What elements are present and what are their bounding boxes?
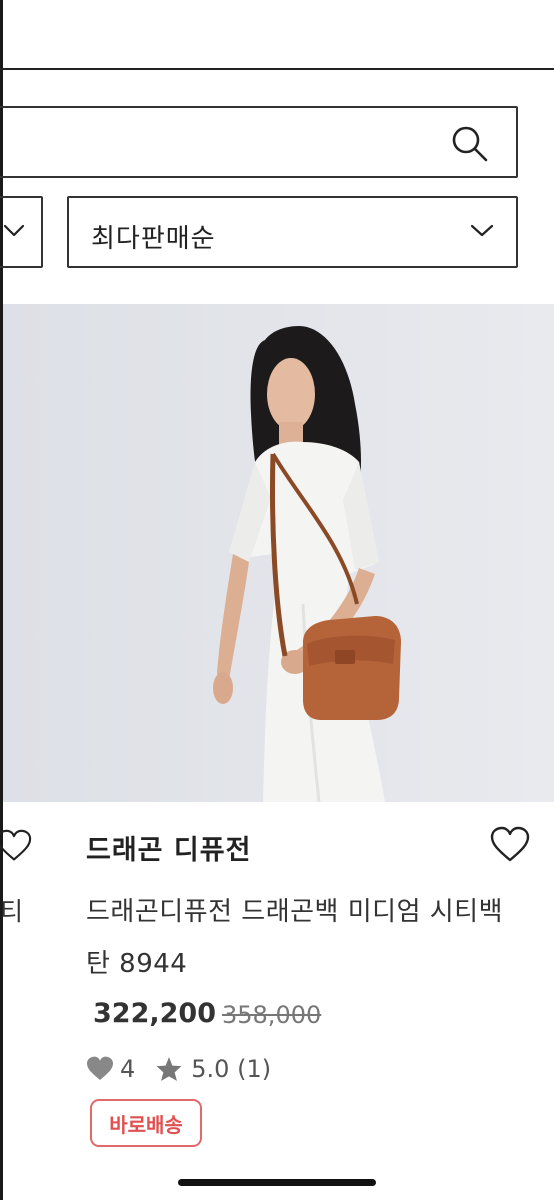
rating-value: 5.0 (1) (191, 1055, 272, 1083)
product-title[interactable]: 드래곤디퓨전 드래곤백 미디엄 시티백 탄 8944 (86, 886, 526, 990)
adjacent-card-title: 티 (0, 897, 24, 926)
filter-dropdown[interactable] (0, 196, 43, 268)
search-input[interactable] (0, 106, 518, 178)
like-count: 4 (120, 1055, 136, 1083)
search-icon[interactable] (450, 124, 490, 164)
sale-price: 322,200 (93, 998, 216, 1029)
heart-outline-icon[interactable] (490, 826, 530, 864)
chevron-down-icon (3, 224, 25, 237)
sort-dropdown[interactable]: 최다판매순 (67, 196, 518, 268)
delivery-badge: 바로배송 (90, 1099, 202, 1147)
chevron-down-icon (470, 224, 494, 237)
heart-filled-icon (87, 1056, 113, 1080)
header-divider (0, 68, 554, 70)
product-stats: 4 5.0 (1) (86, 1052, 271, 1086)
product-brand[interactable]: 드래곤 디퓨전 (86, 828, 251, 867)
home-indicator[interactable] (178, 1179, 376, 1186)
original-price: 358,000 (222, 1001, 322, 1029)
product-photo-illustration (213, 326, 401, 802)
heart-outline-icon[interactable] (0, 829, 32, 863)
product-image[interactable] (3, 304, 554, 802)
sort-selected-value: 최다판매순 (91, 224, 216, 254)
star-icon (156, 1057, 182, 1081)
